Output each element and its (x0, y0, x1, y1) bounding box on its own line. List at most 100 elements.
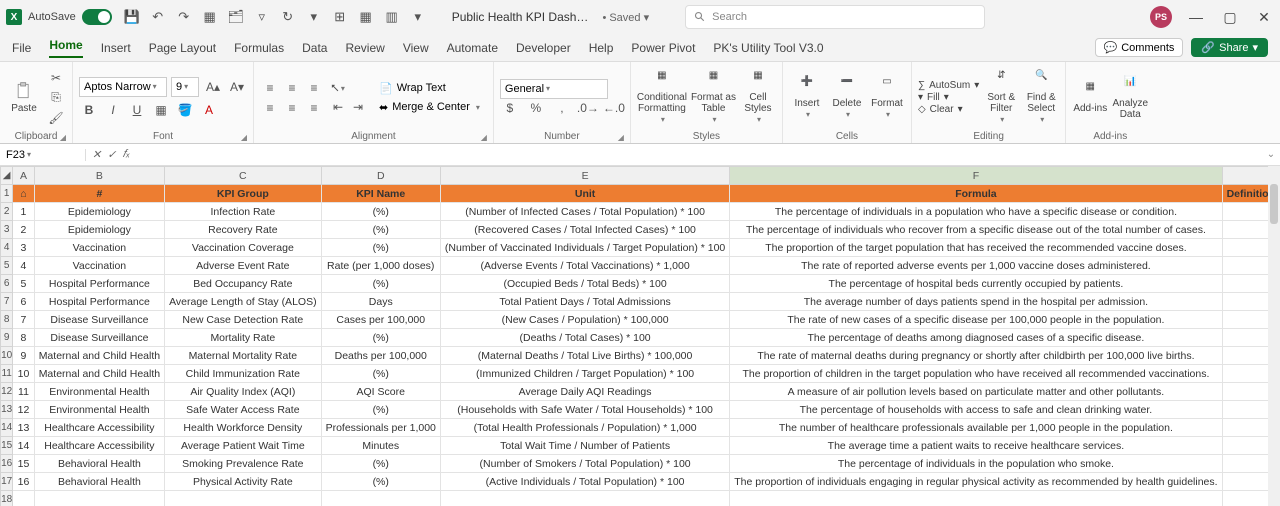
fill-button[interactable]: ▾ Fill ▾ (918, 92, 979, 103)
clear-button[interactable]: ◇ Clear ▾ (918, 104, 979, 115)
italic-button[interactable]: I (103, 101, 123, 119)
insert-cells-button[interactable]: ➕Insert (789, 76, 825, 120)
cell[interactable]: Total Wait Time / Number of Patients (440, 437, 729, 455)
cell[interactable]: Child Immunization Rate (165, 365, 321, 383)
align-left-icon[interactable]: ≡ (260, 99, 280, 117)
cell[interactable]: The proportion of children in the target… (730, 365, 1222, 383)
cell[interactable]: Environmental Health (34, 401, 164, 419)
cell[interactable]: The number of healthcare professionals a… (730, 419, 1222, 437)
cell[interactable]: Behavioral Health (34, 473, 164, 491)
decrease-indent-icon[interactable]: ⇤ (328, 98, 348, 116)
row-header[interactable]: 2 (1, 203, 13, 221)
cell[interactable]: 4 (13, 257, 34, 275)
header-formula[interactable]: Formula (730, 185, 1222, 203)
row-header[interactable]: 17 (1, 473, 13, 491)
qat-icon-5[interactable]: ▾ (306, 9, 322, 25)
cell[interactable]: 16 (13, 473, 34, 491)
cell[interactable]: Maternal and Child Health (34, 347, 164, 365)
cell[interactable]: Total Patient Days / Total Admissions (440, 293, 729, 311)
col-header-C[interactable]: C (165, 167, 321, 185)
row-header[interactable]: 5 (1, 257, 13, 275)
cancel-formula-icon[interactable]: ✕ (92, 148, 101, 161)
expand-formula-bar-icon[interactable]: ⌄ (1262, 149, 1280, 160)
cell[interactable]: (%) (321, 221, 440, 239)
paste-button[interactable]: Paste (6, 81, 42, 114)
alignment-launcher-icon[interactable]: ◢ (481, 133, 487, 142)
cell[interactable]: 15 (13, 455, 34, 473)
qat-icon-9[interactable]: ▾ (410, 9, 426, 25)
cell[interactable]: Cases per 100,000 (321, 311, 440, 329)
cell[interactable]: (Adverse Events / Total Vaccinations) * … (440, 257, 729, 275)
row-header[interactable]: 14 (1, 419, 13, 437)
cell[interactable]: The percentage of individuals in the pop… (730, 455, 1222, 473)
font-color-button[interactable]: A (199, 101, 219, 119)
cell[interactable]: Disease Surveillance (34, 311, 164, 329)
align-bottom-icon[interactable]: ≡ (304, 79, 324, 97)
merge-center-button[interactable]: ⬌ Merge & Center (372, 98, 487, 117)
cell[interactable]: (%) (321, 473, 440, 491)
row-header[interactable]: 7 (1, 293, 13, 311)
col-header-A[interactable]: A (13, 167, 34, 185)
cell[interactable]: Healthcare Accessibility (34, 437, 164, 455)
increase-font-icon[interactable]: A▴ (203, 78, 223, 96)
cell[interactable]: 9 (13, 347, 34, 365)
cell[interactable]: New Case Detection Rate (165, 311, 321, 329)
cell[interactable] (440, 491, 729, 506)
cell[interactable]: (Occupied Beds / Total Beds) * 100 (440, 275, 729, 293)
clipboard-launcher-icon[interactable]: ◢ (60, 133, 66, 142)
conditional-formatting-button[interactable]: ▦Conditional Formatting (637, 70, 687, 125)
cell[interactable]: Rate (per 1,000 doses) (321, 257, 440, 275)
cell[interactable]: The rate of maternal deaths during pregn… (730, 347, 1222, 365)
cell[interactable]: The percentage of hospital beds currentl… (730, 275, 1222, 293)
align-center-icon[interactable]: ≡ (282, 99, 302, 117)
cell[interactable]: Epidemiology (34, 221, 164, 239)
copy-icon[interactable]: ⎘ (46, 89, 66, 107)
row-header[interactable]: 6 (1, 275, 13, 293)
scrollbar-thumb[interactable] (1270, 184, 1278, 224)
qat-icon-8[interactable]: ▥ (384, 9, 400, 25)
tab-power-pivot[interactable]: Power Pivot (631, 41, 695, 55)
align-top-icon[interactable]: ≡ (260, 79, 280, 97)
font-launcher-icon[interactable]: ◢ (241, 133, 247, 142)
tab-file[interactable]: File (12, 41, 31, 55)
tab-review[interactable]: Review (345, 41, 384, 55)
cell[interactable]: (Immunized Children / Target Population)… (440, 365, 729, 383)
maximize-button[interactable]: ▢ (1220, 7, 1240, 27)
row-header[interactable]: 16 (1, 455, 13, 473)
cell[interactable]: 5 (13, 275, 34, 293)
undo-icon[interactable]: ↶ (150, 9, 166, 25)
format-as-table-button[interactable]: ▦Format as Table (691, 70, 736, 125)
close-button[interactable]: ✕ (1254, 7, 1274, 27)
cell[interactable]: Recovery Rate (165, 221, 321, 239)
cell[interactable]: Environmental Health (34, 383, 164, 401)
cell[interactable]: (%) (321, 239, 440, 257)
cell[interactable]: (Households with Safe Water / Total Hous… (440, 401, 729, 419)
addins-button[interactable]: ▦Add-ins (1072, 81, 1108, 114)
cell[interactable]: Average Daily AQI Readings (440, 383, 729, 401)
decrease-font-icon[interactable]: A▾ (227, 78, 247, 96)
format-painter-icon[interactable]: 🖌 (46, 109, 66, 127)
autosave-toggle[interactable] (82, 9, 112, 25)
cell[interactable]: (%) (321, 365, 440, 383)
cell[interactable]: Safe Water Access Rate (165, 401, 321, 419)
document-title[interactable]: Public Health KPI Dash… (452, 10, 589, 24)
header-kpi-group[interactable]: KPI Group (165, 185, 321, 203)
cell[interactable]: Healthcare Accessibility (34, 419, 164, 437)
cell[interactable]: 6 (13, 293, 34, 311)
cell[interactable] (321, 491, 440, 506)
decrease-decimal-icon[interactable]: ←.0 (604, 99, 624, 117)
cell[interactable]: 13 (13, 419, 34, 437)
qat-icon-2[interactable]: 🗂 (228, 9, 244, 25)
cell[interactable]: Deaths per 100,000 (321, 347, 440, 365)
cell[interactable]: The percentage of individuals in a popul… (730, 203, 1222, 221)
border-button[interactable]: ▦ (151, 101, 171, 119)
number-format-select[interactable]: General (500, 79, 608, 99)
cell[interactable]: A measure of air pollution levels based … (730, 383, 1222, 401)
cell[interactable]: (%) (321, 275, 440, 293)
format-cells-button[interactable]: ▭Format (869, 76, 905, 120)
cell[interactable]: Average Patient Wait Time (165, 437, 321, 455)
col-header-F[interactable]: F (730, 167, 1222, 185)
tab-formulas[interactable]: Formulas (234, 41, 284, 55)
qat-icon-6[interactable]: ⊞ (332, 9, 348, 25)
cell[interactable]: Behavioral Health (34, 455, 164, 473)
